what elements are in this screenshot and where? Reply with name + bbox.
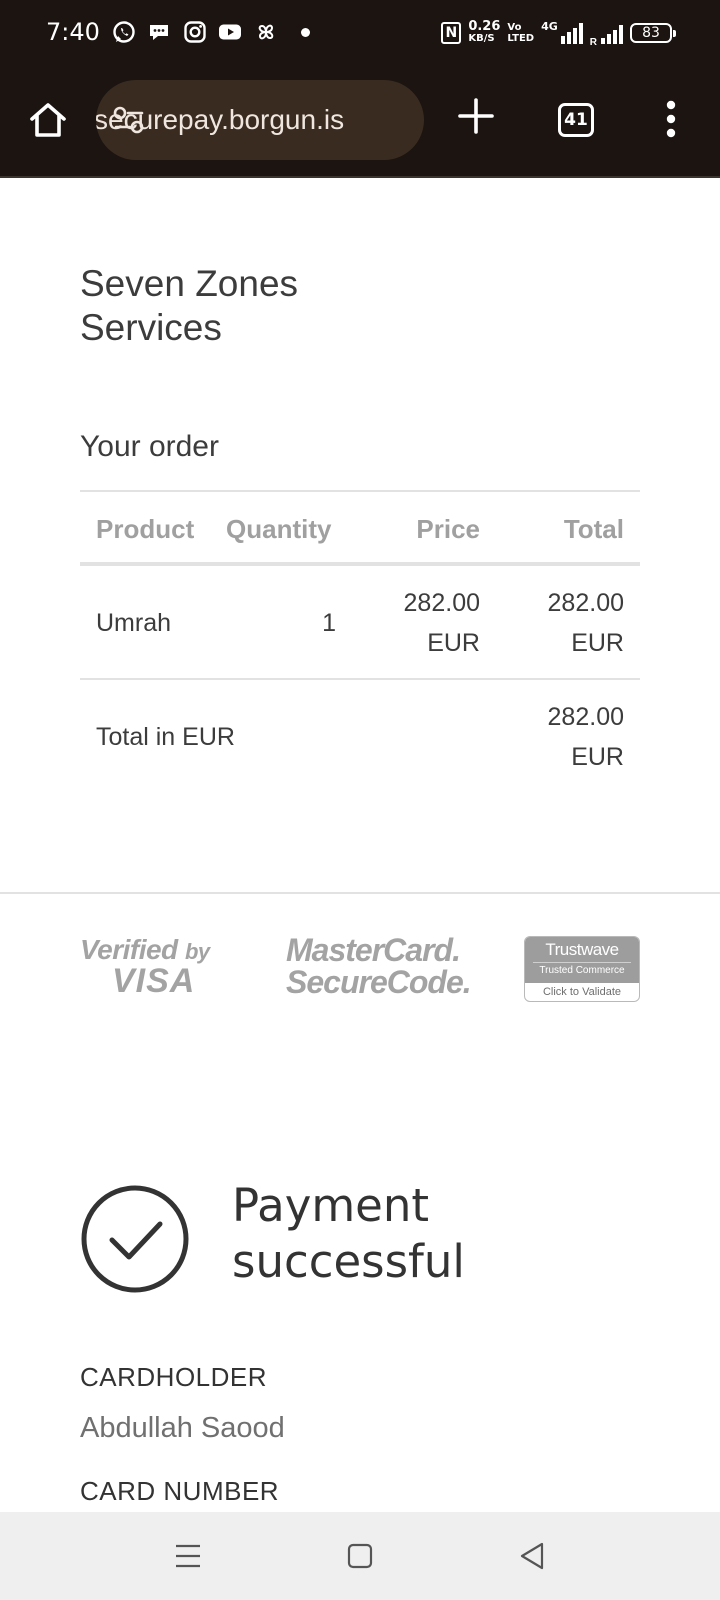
table-header: Product Quantity Price Total xyxy=(80,492,640,566)
notification-dot xyxy=(301,28,310,37)
check-circle-icon xyxy=(81,1185,189,1293)
address-bar[interactable]: securepay.borgun.is xyxy=(96,80,424,160)
payment-status-message: Payment successful xyxy=(232,1179,465,1288)
home-nav-icon[interactable] xyxy=(342,1538,378,1574)
url-text[interactable]: securepay.borgun.is xyxy=(96,104,344,136)
youtube-icon xyxy=(219,24,241,40)
trustwave-click[interactable]: Click to Validate xyxy=(525,983,639,1001)
grand-total-label: Total in EUR xyxy=(96,723,235,751)
home-icon[interactable] xyxy=(26,98,70,142)
cardholder-label: CARDHOLDER xyxy=(80,1362,268,1392)
trustwave-sub: Trusted Commerce xyxy=(533,962,631,976)
item-price-currency: EUR xyxy=(427,629,480,657)
header-total: Total xyxy=(563,514,624,544)
visa-verified-text: Verified xyxy=(80,934,178,965)
card-number-label: CARD NUMBER xyxy=(80,1476,280,1506)
volte-bottom: LTED xyxy=(507,33,535,44)
item-quantity: 1 xyxy=(322,609,336,637)
volte-top: Vo xyxy=(507,22,522,33)
grand-total-value: 282.00 EUR xyxy=(548,697,624,777)
back-icon[interactable] xyxy=(514,1538,550,1574)
pinwheel-icon xyxy=(258,24,274,40)
new-tab-icon[interactable] xyxy=(456,96,496,136)
mc-line2: SecureCode. xyxy=(286,964,472,1000)
signal-icon-sim2 xyxy=(601,22,623,44)
status-indicators: N 0.26 KB/S Vo LTED 4G R 83 xyxy=(441,18,676,48)
trustwave-name: Trustwave xyxy=(545,940,619,959)
recent-apps-icon[interactable] xyxy=(170,1538,206,1574)
order-title: Your order xyxy=(80,430,219,463)
grand-total-row: Total in EUR 282.00 EUR xyxy=(80,680,640,794)
grand-total-currency: EUR xyxy=(571,743,624,771)
item-total: 282.00 EUR xyxy=(548,583,624,663)
browser-toolbar: securepay.borgun.is 41 xyxy=(0,66,720,178)
visa-by-text: by xyxy=(184,939,210,964)
nfc-icon: N xyxy=(441,22,462,44)
grand-total-amount: 282.00 xyxy=(547,703,624,731)
security-logos: Verified by VISA MasterCard. SecureCode.… xyxy=(0,934,720,1004)
merchant-name: Seven Zones Services xyxy=(80,263,299,348)
visa-text: VISA xyxy=(112,962,196,1000)
system-navigation-bar xyxy=(0,1512,720,1600)
item-price-amount: 282.00 xyxy=(403,589,480,617)
item-total-amount: 282.00 xyxy=(547,589,624,617)
section-divider xyxy=(0,892,720,894)
item-price: 282.00 EUR xyxy=(404,583,480,663)
battery-level: 83 xyxy=(642,25,660,41)
order-table: Product Quantity Price Total Umrah 1 282… xyxy=(80,490,640,794)
payment-status: Payment successful xyxy=(80,1179,640,1294)
whatsapp-icon xyxy=(113,21,135,43)
table-row: Umrah 1 282.00 EUR 282.00 EUR xyxy=(80,566,640,680)
network-speed: 0.26 KB/S xyxy=(468,19,501,45)
volte-indicator: Vo LTED xyxy=(507,22,534,44)
clock: 7:40 xyxy=(46,18,100,46)
header-product: Product xyxy=(96,514,195,544)
network-type: 4G xyxy=(541,20,558,33)
item-total-currency: EUR xyxy=(571,629,624,657)
more-menu-icon[interactable] xyxy=(664,99,678,139)
header-price: Price xyxy=(416,514,480,544)
chat-bubble-icon xyxy=(150,25,168,40)
header-quantity: Quantity xyxy=(226,514,332,544)
roaming-indicator: R xyxy=(589,37,597,48)
speed-unit: KB/S xyxy=(468,33,495,44)
cardholder-name: Abdullah Saood xyxy=(80,1412,285,1444)
item-product: Umrah xyxy=(96,609,172,637)
battery-icon: 83 xyxy=(630,23,676,43)
mastercard-securecode-logo: MasterCard. SecureCode. xyxy=(286,932,472,1000)
tab-switcher-button[interactable]: 41 xyxy=(558,103,594,137)
mc-line1: MasterCard. xyxy=(286,932,461,968)
status-bar: 7:40 N 0.26 KB/S Vo LTED 4G R 83 xyxy=(0,0,720,66)
signal-icon-sim1 xyxy=(560,22,583,44)
verified-by-visa-logo: Verified by VISA xyxy=(80,934,210,1000)
instagram-icon xyxy=(184,21,206,43)
speed-value: 0.26 xyxy=(468,19,501,34)
page-content: Seven Zones Services Your order Product … xyxy=(0,186,720,1512)
trustwave-seal[interactable]: Trustwave Trusted Commerce Click to Vali… xyxy=(524,936,640,1002)
